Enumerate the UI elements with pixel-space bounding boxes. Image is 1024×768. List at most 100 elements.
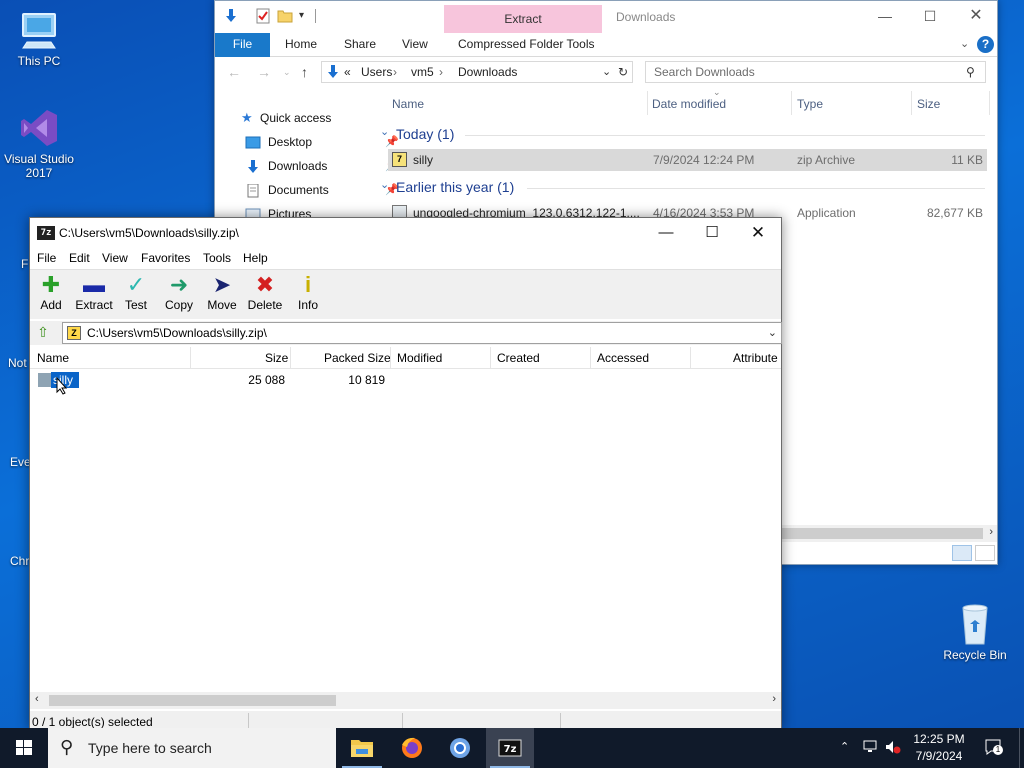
address-bar[interactable]: « Users › vm5 › Downloads ⌄ ↻ — [321, 61, 633, 83]
column-header-created[interactable]: Created — [497, 351, 540, 365]
group-collapse-icon[interactable]: ⌄ — [380, 125, 389, 138]
close-button[interactable]: ✕ — [953, 1, 999, 31]
breadcrumb-overflow[interactable]: « — [344, 65, 351, 79]
horizontal-scrollbar[interactable]: › — [781, 525, 997, 542]
sevenzip-taskbar-icon: 7z — [498, 739, 522, 757]
contextual-tab-extract[interactable]: Extract — [444, 5, 602, 33]
tab-view[interactable]: View — [402, 33, 428, 57]
scroll-right-icon[interactable]: › — [989, 526, 993, 538]
group-header-today[interactable]: Today (1) — [396, 126, 454, 142]
column-header-name[interactable]: Name — [392, 97, 424, 111]
column-header-size[interactable]: Size — [917, 97, 940, 111]
address-dropdown-icon[interactable]: ⌄ — [602, 65, 611, 78]
address-row: ← → ⌄ ↑ « Users › vm5 › Downloads ⌄ ↻ Se… — [215, 58, 997, 88]
up-arrow-icon[interactable]: ↑ — [301, 64, 308, 80]
taskbar-firefox[interactable] — [388, 728, 436, 768]
column-header-modified[interactable]: Modified — [397, 351, 442, 365]
explorer-titlebar[interactable]: ▾ Extract Downloads — ☐ ✕ — [215, 1, 997, 33]
column-header-packed-size[interactable]: Packed Size — [324, 351, 391, 365]
tab-file[interactable]: File — [215, 33, 270, 57]
tab-share[interactable]: Share — [344, 33, 376, 57]
extract-button[interactable]: ▬ Extract — [71, 270, 117, 320]
up-folder-icon[interactable]: ⇧ — [34, 324, 52, 342]
menu-file[interactable]: File — [37, 251, 56, 265]
maximize-button[interactable]: ☐ — [689, 218, 735, 248]
desktop-icon-label: This PC — [17, 54, 61, 68]
nav-documents[interactable]: Documents 📌 — [245, 179, 399, 201]
desktop-icon-visual-studio[interactable]: Visual Studio 2017 — [1, 106, 77, 180]
scrollbar-thumb[interactable] — [49, 695, 336, 706]
scroll-left-icon[interactable]: ‹ — [35, 693, 39, 705]
taskbar-file-explorer[interactable] — [338, 728, 386, 768]
group-header-earlier-this-year[interactable]: Earlier this year (1) — [396, 179, 514, 195]
scrollbar-thumb[interactable] — [781, 528, 983, 539]
desktop-icon-this-pc[interactable]: This PC — [1, 8, 77, 68]
show-hidden-icons-icon[interactable]: ⌃ — [840, 740, 849, 753]
sevenzip-titlebar[interactable]: 7z C:\Users\vm5\Downloads\silly.zip\ — ☐… — [30, 218, 781, 248]
column-header-size[interactable]: Size — [265, 351, 288, 365]
new-folder-icon[interactable] — [277, 8, 293, 24]
menu-favorites[interactable]: Favorites — [141, 251, 190, 265]
taskbar-search[interactable]: ⚲ Type here to search — [48, 728, 336, 768]
qat-dropdown-icon[interactable]: ▾ — [299, 8, 315, 24]
add-button[interactable]: ✚ Add — [29, 270, 73, 320]
list-item[interactable]: silly 25 088 10 819 — [30, 371, 781, 395]
tab-compressed-folder-tools[interactable]: Compressed Folder Tools — [458, 33, 595, 57]
search-icon[interactable]: ⚲ — [966, 65, 975, 79]
minimize-button[interactable]: — — [862, 1, 908, 31]
large-icons-view-button[interactable] — [975, 545, 995, 561]
recent-locations-icon[interactable]: ⌄ — [283, 67, 291, 78]
download-arrow-icon[interactable] — [223, 8, 239, 24]
properties-check-icon[interactable] — [255, 8, 271, 24]
menu-tools[interactable]: Tools — [203, 251, 231, 265]
start-button[interactable] — [0, 728, 48, 768]
info-button[interactable]: i Info — [286, 270, 330, 320]
column-header-name[interactable]: Name — [37, 351, 69, 365]
horizontal-scrollbar[interactable]: ‹ › — [30, 692, 781, 709]
breadcrumb-downloads[interactable]: Downloads — [458, 65, 517, 79]
close-button[interactable]: ✕ — [735, 218, 781, 248]
menu-help[interactable]: Help — [243, 251, 268, 265]
taskbar-chromium[interactable] — [436, 728, 484, 768]
test-button[interactable]: ✓ Test — [114, 270, 158, 320]
sevenzip-window[interactable]: 7z C:\Users\vm5\Downloads\silly.zip\ — ☐… — [29, 217, 782, 731]
nav-downloads[interactable]: Downloads 📌 — [245, 155, 399, 177]
column-header-accessed[interactable]: Accessed — [597, 351, 649, 365]
move-button[interactable]: ➤ Move — [200, 270, 244, 320]
scroll-right-icon[interactable]: › — [772, 693, 776, 705]
add-icon: ✚ — [41, 272, 61, 297]
sevenzip-title: C:\Users\vm5\Downloads\silly.zip\ — [59, 226, 239, 240]
column-header-attributes[interactable]: Attribute — [733, 351, 778, 365]
volume-muted-icon[interactable] — [885, 740, 901, 757]
breadcrumb-vm5[interactable]: vm5 — [411, 65, 434, 79]
network-icon[interactable] — [862, 740, 878, 757]
copy-button[interactable]: ➜ Copy — [157, 270, 201, 320]
delete-button[interactable]: ✖ Delete — [243, 270, 287, 320]
search-input[interactable]: Search Downloads — [645, 61, 986, 83]
taskbar-7zip[interactable]: 7z — [486, 728, 534, 768]
show-desktop-button[interactable] — [1019, 728, 1024, 768]
menu-view[interactable]: View — [102, 251, 128, 265]
minimize-button[interactable]: — — [643, 218, 689, 248]
details-view-button[interactable] — [952, 545, 972, 561]
tab-home[interactable]: Home — [285, 33, 317, 57]
maximize-button[interactable]: ☐ — [907, 1, 953, 31]
nav-quick-access[interactable]: ★ Quick access — [241, 107, 331, 129]
back-arrow-icon[interactable]: ← — [227, 64, 241, 80]
group-collapse-icon[interactable]: ⌄ — [380, 178, 389, 191]
path-input[interactable]: Z C:\Users\vm5\Downloads\silly.zip\ ⌄ — [62, 322, 782, 344]
breadcrumb-users[interactable]: Users — [361, 65, 392, 79]
menu-edit[interactable]: Edit — [69, 251, 90, 265]
notification-center-icon[interactable]: 1 — [984, 738, 1003, 756]
column-header-type[interactable]: Type — [797, 97, 823, 111]
file-row[interactable]: 7 silly 7/9/2024 12:24 PM zip Archive 11… — [388, 149, 987, 171]
nav-desktop[interactable]: Desktop 📌 — [245, 131, 399, 153]
desktop-icon-recycle-bin[interactable]: Recycle Bin — [937, 602, 1013, 662]
help-icon[interactable]: ? — [977, 36, 994, 53]
ribbon-expand-icon[interactable]: ⌄ — [960, 37, 969, 50]
path-dropdown-icon[interactable]: ⌄ — [768, 326, 777, 339]
forward-arrow-icon[interactable]: → — [257, 64, 271, 80]
refresh-icon[interactable]: ↻ — [618, 65, 628, 79]
taskbar-clock[interactable]: 12:25 PM 7/9/2024 — [904, 731, 974, 765]
column-header-date-modified[interactable]: Date modified — [652, 97, 726, 111]
